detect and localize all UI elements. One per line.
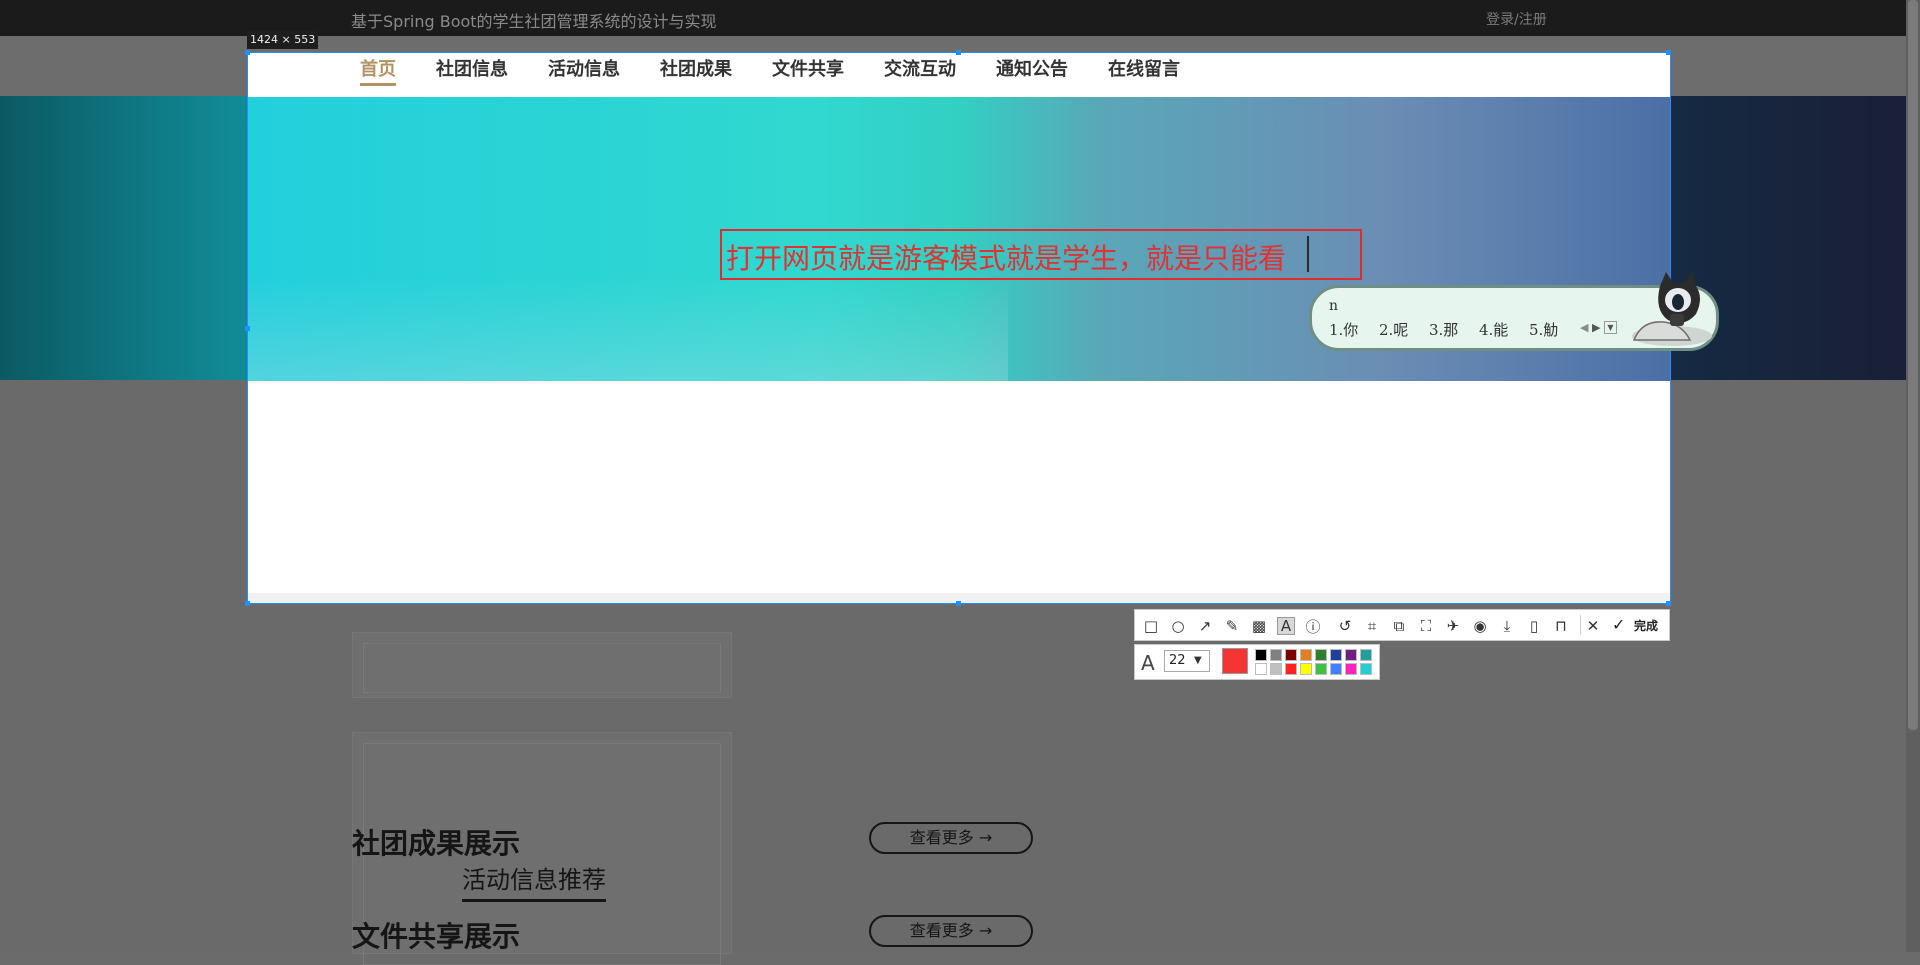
- color-swatch[interactable]: [1345, 663, 1357, 675]
- color-swatch[interactable]: [1270, 663, 1282, 675]
- color-swatch[interactable]: [1270, 649, 1282, 661]
- rectangle-icon[interactable]: □: [1142, 617, 1160, 635]
- text-annotation[interactable]: 打开网页就是游客模式就是学生，就是只能看: [726, 237, 1286, 277]
- color-swatch[interactable]: [1300, 663, 1312, 675]
- color-swatch[interactable]: [1360, 663, 1372, 675]
- color-swatch[interactable]: [1285, 649, 1297, 661]
- chevron-down-icon[interactable]: ▼: [1194, 655, 1202, 666]
- ime-expand-icon[interactable]: ▼: [1604, 321, 1617, 334]
- site-title: 基于Spring Boot的学生社团管理系统的设计与实现: [351, 12, 717, 31]
- toolbar-separator: [1580, 615, 1581, 635]
- resize-handle[interactable]: [1666, 601, 1671, 606]
- ime-mascot-icon: [1632, 270, 1712, 346]
- ellipse-icon[interactable]: ○: [1169, 617, 1187, 635]
- record-icon[interactable]: ◉: [1471, 617, 1489, 635]
- translate-icon[interactable]: ⧉: [1390, 617, 1408, 635]
- resize-handle[interactable]: [1666, 50, 1671, 55]
- color-swatch[interactable]: [1300, 649, 1312, 661]
- number-icon[interactable]: ⓘ: [1304, 617, 1322, 636]
- download-icon[interactable]: ⤓: [1498, 617, 1516, 635]
- text-caret: [1307, 236, 1309, 272]
- nav-item-home[interactable]: 首页: [360, 55, 396, 86]
- pin-icon[interactable]: ✈: [1444, 617, 1462, 635]
- resize-handle[interactable]: [245, 50, 250, 55]
- ime-composition: n: [1329, 298, 1339, 314]
- view-more-button[interactable]: 查看更多 →: [869, 822, 1033, 854]
- color-swatch[interactable]: [1315, 649, 1327, 661]
- nav-bar: 首页 社团信息 活动信息 社团成果 文件共享 交流互动 通知公告 在线留言: [248, 53, 1670, 97]
- current-color-swatch[interactable]: [1222, 648, 1248, 674]
- resize-handle[interactable]: [245, 601, 250, 606]
- ime-next-icon[interactable]: ▶: [1592, 321, 1600, 334]
- ime-candidate[interactable]: 4.能: [1479, 319, 1508, 340]
- resize-handle[interactable]: [956, 50, 961, 55]
- login-register-link[interactable]: 登录/注册: [1486, 9, 1547, 29]
- check-icon[interactable]: ✓: [1612, 615, 1625, 634]
- files-section-title: 文件共享展示: [352, 920, 521, 953]
- color-swatch[interactable]: [1360, 649, 1372, 661]
- long-capture-icon[interactable]: ▯: [1525, 617, 1543, 635]
- done-button[interactable]: 完成: [1634, 617, 1658, 634]
- crop-icon[interactable]: ⌗: [1363, 617, 1381, 635]
- ime-candidate[interactable]: 3.那: [1429, 319, 1458, 340]
- close-icon[interactable]: ✕: [1584, 617, 1602, 635]
- font-icon: A: [1141, 651, 1155, 675]
- nav-item-activity-info[interactable]: 活动信息: [548, 55, 620, 81]
- text-icon[interactable]: A: [1277, 617, 1295, 635]
- ime-candidate[interactable]: 2.呢: [1379, 319, 1408, 340]
- ime-prev-icon[interactable]: ◀: [1580, 321, 1588, 334]
- nav-item-interaction[interactable]: 交流互动: [884, 55, 956, 81]
- capture-size-label: 1424 × 553: [247, 31, 319, 49]
- achievements-section-title: 社团成果展示: [352, 827, 521, 860]
- arrow-icon[interactable]: ↗: [1196, 617, 1214, 635]
- view-more-button[interactable]: 查看更多 →: [869, 915, 1033, 947]
- resize-handle[interactable]: [245, 326, 250, 331]
- pencil-icon[interactable]: ✎: [1223, 617, 1241, 635]
- activity-recommend-tab[interactable]: 活动信息推荐: [462, 860, 606, 902]
- resize-handle[interactable]: [956, 601, 961, 606]
- mosaic-icon[interactable]: ▩: [1250, 617, 1268, 635]
- fullscreen-icon[interactable]: ⛶: [1417, 617, 1435, 635]
- color-swatch[interactable]: [1255, 663, 1267, 675]
- font-size-select[interactable]: 22: [1164, 650, 1210, 672]
- color-swatch[interactable]: [1330, 663, 1342, 675]
- color-swatch[interactable]: [1285, 663, 1297, 675]
- nav-item-file-share[interactable]: 文件共享: [772, 55, 844, 81]
- bookmark-icon[interactable]: ⊓: [1552, 617, 1570, 635]
- ime-candidate[interactable]: 5.觔: [1529, 319, 1558, 340]
- content-card: [352, 632, 732, 698]
- nav-item-messages[interactable]: 在线留言: [1108, 55, 1180, 81]
- ime-candidate[interactable]: 1.你: [1329, 319, 1358, 340]
- nav-item-notices[interactable]: 通知公告: [996, 55, 1068, 81]
- color-swatch[interactable]: [1345, 649, 1357, 661]
- content-area: [248, 381, 1670, 603]
- undo-icon[interactable]: ↺: [1336, 617, 1354, 635]
- color-swatch[interactable]: [1315, 663, 1327, 675]
- color-swatch[interactable]: [1330, 649, 1342, 661]
- color-swatch[interactable]: [1255, 649, 1267, 661]
- scrollbar-thumb[interactable]: [1908, 0, 1918, 730]
- nav-item-club-info[interactable]: 社团信息: [436, 55, 508, 81]
- nav-item-club-results[interactable]: 社团成果: [660, 55, 732, 81]
